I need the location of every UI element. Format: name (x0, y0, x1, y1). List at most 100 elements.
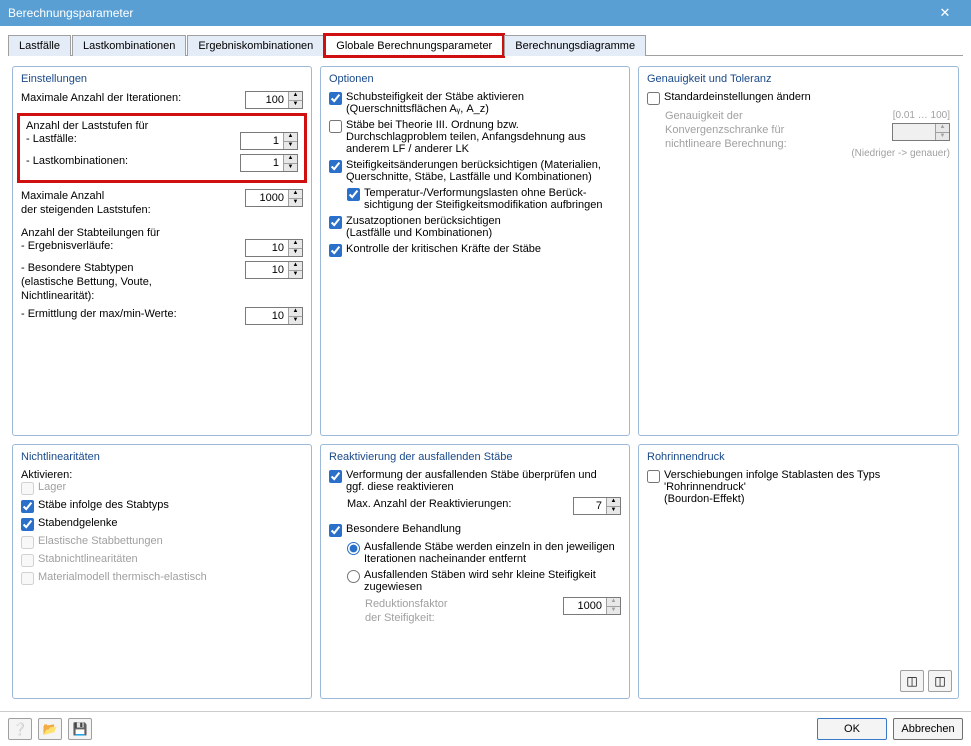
lastfaelle-spinner[interactable]: ▲▼ (240, 132, 298, 150)
max-iter-spinner[interactable]: ▲▼ (245, 91, 303, 109)
highlight-laststufen: Anzahl der Laststufen für - Lastfälle: ▲… (17, 113, 307, 183)
tab-globale-berechnungsparameter[interactable]: Globale Berechnungsparameter (325, 35, 503, 56)
tab-ergebniskombinationen[interactable]: Ergebniskombinationen (187, 35, 324, 56)
spin-up-icon[interactable]: ▲ (284, 133, 297, 142)
spin-down-icon[interactable]: ▼ (289, 101, 302, 109)
group-nichtlinearitaeten: Nichtlinearitäten Aktivieren: Lager Stäb… (12, 444, 312, 699)
aktivieren-label: Aktivieren: (21, 469, 303, 481)
spin-up-icon[interactable]: ▲ (289, 308, 302, 317)
chk-elast (21, 536, 34, 549)
lastkomb-label: - Lastkombinationen: (26, 154, 240, 168)
group-title-rohr: Rohrinnendruck (647, 451, 950, 463)
close-icon[interactable]: ✕ (927, 5, 963, 21)
spin-down-icon[interactable]: ▼ (284, 164, 297, 172)
spin-up-icon: ▲ (936, 124, 949, 133)
besondere-spinner[interactable]: ▲▼ (245, 261, 303, 279)
group-reaktivierung: Reaktivierung der ausfallenden Stäbe Ver… (320, 444, 630, 699)
spin-up-icon[interactable]: ▲ (289, 190, 302, 199)
spin-down-icon[interactable]: ▼ (289, 317, 302, 325)
genau-spinner: ▲▼ (892, 123, 950, 141)
group-title-nichtlin: Nichtlinearitäten (21, 451, 303, 463)
chk-lager (21, 482, 34, 495)
ergebnisverl-label: - Ergebnisverläufe: (21, 239, 245, 253)
max-steigend-input[interactable] (246, 190, 288, 206)
tab-lastfaelle[interactable]: Lastfälle (8, 35, 71, 56)
spin-down-icon[interactable]: ▼ (607, 607, 620, 615)
group-rohrinnendruck: Rohrinnendruck Verschiebungen infolge St… (638, 444, 959, 699)
spin-up-icon[interactable]: ▲ (284, 155, 297, 164)
max-reakt-label: Max. Anzahl der Reaktivierungen: (347, 497, 573, 511)
cancel-button[interactable]: Abbrechen (893, 718, 963, 740)
reduk-input[interactable] (564, 598, 606, 614)
tab-berechnungsdiagramme[interactable]: Berechnungsdiagramme (504, 35, 646, 56)
chk-temp[interactable] (347, 188, 360, 201)
maxmin-label: - Ermittlung der max/min-Werte: (21, 307, 245, 321)
chk-rohr[interactable] (647, 470, 660, 483)
chk-kontrolle[interactable] (329, 244, 342, 257)
stabteil-header: Anzahl der Stabteilungen für (21, 227, 303, 239)
ergebnisverl-input[interactable] (246, 240, 288, 256)
tab-lastkombinationen[interactable]: Lastkombinationen (72, 35, 186, 56)
ergebnisverl-spinner[interactable]: ▲▼ (245, 239, 303, 257)
chk-stabnl (21, 554, 34, 567)
group-einstellungen: Einstellungen Maximale Anzahl der Iterat… (12, 66, 312, 436)
max-reakt-input[interactable] (574, 498, 606, 514)
genau-range: [0.01 … 100] (851, 109, 950, 123)
spin-down-icon[interactable]: ▼ (607, 507, 620, 515)
spin-up-icon[interactable]: ▲ (289, 262, 302, 271)
reduk-spinner[interactable]: ▲▼ (563, 597, 621, 615)
lastkomb-spinner[interactable]: ▲▼ (240, 154, 298, 172)
radio-kleine-steif[interactable] (347, 570, 360, 583)
save-icon[interactable]: 💾 (68, 718, 92, 740)
group-title-genau: Genauigkeit und Toleranz (647, 73, 950, 85)
chk-std[interactable] (647, 92, 660, 105)
group-optionen: Optionen Schubsteifigkeit der Stäbe akti… (320, 66, 630, 436)
chk-steif[interactable] (329, 160, 342, 173)
spin-up-icon[interactable]: ▲ (607, 498, 620, 507)
chk-material (21, 572, 34, 585)
chk-stabend[interactable] (21, 518, 34, 531)
max-iter-input[interactable] (246, 92, 288, 108)
genau-hint: (Niedriger -> genauer) (851, 147, 950, 161)
ok-button[interactable]: OK (817, 718, 887, 740)
window-title: Berechnungsparameter (8, 6, 927, 20)
lastfaelle-input[interactable] (241, 133, 283, 149)
chk-zusatz[interactable] (329, 216, 342, 229)
max-reakt-spinner[interactable]: ▲▼ (573, 497, 621, 515)
spin-down-icon[interactable]: ▼ (289, 199, 302, 207)
laststufen-header: Anzahl der Laststufen für (26, 120, 298, 132)
chk-stabtyp[interactable] (21, 500, 34, 513)
spin-up-icon[interactable]: ▲ (289, 240, 302, 249)
chk-theorie[interactable] (329, 120, 342, 133)
spin-up-icon[interactable]: ▲ (607, 598, 620, 607)
spin-down-icon: ▼ (936, 133, 949, 141)
chk-besondere-behandlung[interactable] (329, 524, 342, 537)
lastfaelle-label: - Lastfälle: (26, 132, 240, 146)
chk-verform[interactable] (329, 470, 342, 483)
besondere-label: - Besondere Stabtypen (elastische Bettun… (21, 261, 245, 303)
group-title-reakt: Reaktivierung der ausfallenden Stäbe (329, 451, 621, 463)
lastkomb-input[interactable] (241, 155, 283, 171)
spin-up-icon[interactable]: ▲ (289, 92, 302, 101)
group-genauigkeit: Genauigkeit und Toleranz Standardeinstel… (638, 66, 959, 436)
tab-bar: Lastfälle Lastkombinationen Ergebniskomb… (8, 34, 963, 56)
maxmin-input[interactable] (246, 308, 288, 324)
maxmin-spinner[interactable]: ▲▼ (245, 307, 303, 325)
group-title-optionen: Optionen (329, 73, 621, 85)
max-iter-label: Maximale Anzahl der Iterationen: (21, 91, 245, 105)
info-1-icon[interactable]: ◫ (900, 670, 924, 692)
spin-down-icon[interactable]: ▼ (289, 271, 302, 279)
genau-input (893, 124, 935, 140)
max-steigend-spinner[interactable]: ▲▼ (245, 189, 303, 207)
folder-icon[interactable]: 📂 (38, 718, 62, 740)
max-steigend-label: Maximale Anzahl der steigenden Laststufe… (21, 189, 245, 217)
chk-schub[interactable] (329, 92, 342, 105)
besondere-input[interactable] (246, 262, 288, 278)
spin-down-icon[interactable]: ▼ (289, 249, 302, 257)
spin-down-icon[interactable]: ▼ (284, 142, 297, 150)
help-icon[interactable]: ❔ (8, 718, 32, 740)
radio-einzeln[interactable] (347, 542, 360, 555)
reduk-label: Reduktionsfaktorder Steifigkeit: (365, 597, 563, 625)
info-2-icon[interactable]: ◫ (928, 670, 952, 692)
genau-label: Genauigkeit derKonvergenzschranke fürnic… (665, 109, 851, 151)
